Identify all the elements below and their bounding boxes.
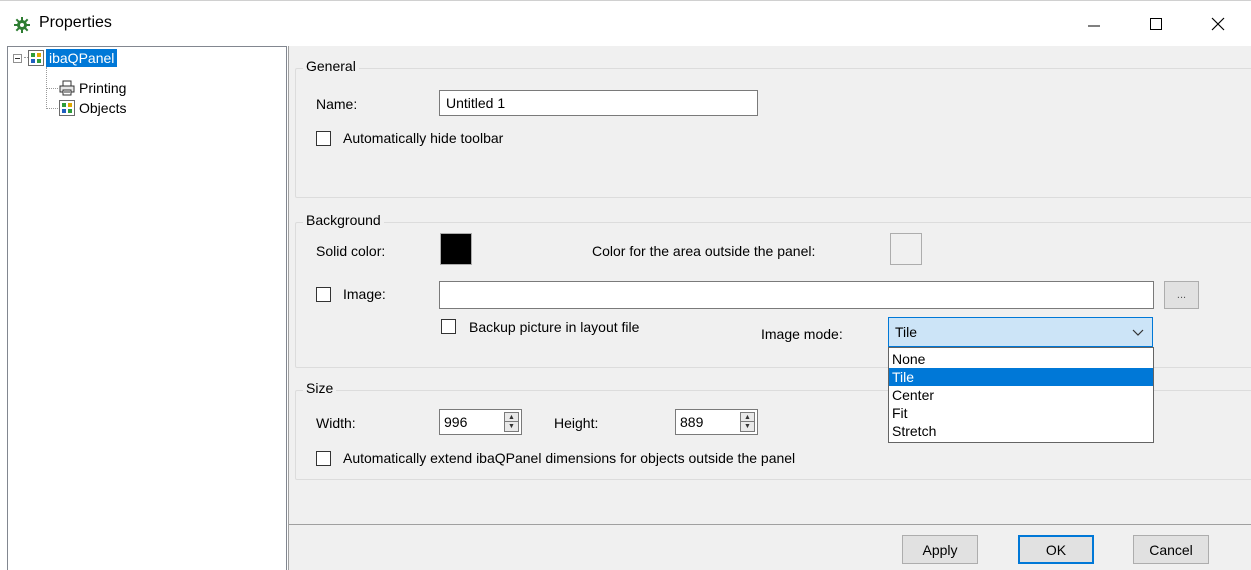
height-label: Height: — [554, 415, 599, 431]
image-mode-option-tile[interactable]: Tile — [889, 368, 1153, 386]
hide-toolbar-checkbox[interactable] — [316, 131, 331, 146]
image-mode-dropdown[interactable]: None Tile Center Fit Stretch — [888, 347, 1154, 443]
tree-panel[interactable]: ibaQPanel Printing Objects — [7, 46, 287, 570]
footer-divider — [289, 524, 1251, 525]
cancel-button[interactable]: Cancel — [1133, 535, 1209, 564]
close-icon — [1211, 17, 1225, 31]
hide-toolbar-label: Automatically hide toolbar — [343, 130, 504, 146]
minimize-icon — [1088, 25, 1100, 27]
backup-picture-label: Backup picture in layout file — [469, 319, 640, 335]
printer-icon — [59, 80, 75, 96]
chevron-down-icon — [1132, 329, 1144, 336]
gear-icon — [14, 17, 30, 33]
height-spinner-arrows[interactable]: ▲ ▼ — [740, 412, 755, 432]
general-group-title: General — [303, 58, 359, 74]
image-label: Image: — [343, 286, 386, 302]
image-mode-label: Image mode: — [761, 326, 843, 342]
tree-connector — [46, 88, 58, 89]
tree-item-ibaqpanel[interactable]: ibaQPanel — [13, 48, 118, 68]
width-value: 996 — [444, 414, 468, 430]
maximize-icon — [1150, 18, 1162, 30]
outside-color-label: Color for the area outside the panel: — [592, 243, 816, 259]
spin-down-icon[interactable]: ▼ — [741, 422, 754, 431]
image-mode-option-fit[interactable]: Fit — [889, 404, 1153, 422]
image-mode-combobox[interactable]: Tile — [888, 317, 1153, 347]
width-spinner-arrows[interactable]: ▲ ▼ — [504, 412, 519, 432]
background-group-title: Background — [303, 212, 384, 228]
image-path-input[interactable] — [439, 281, 1154, 309]
tree-item-label: Objects — [79, 100, 127, 116]
tree-item-label: ibaQPanel — [46, 49, 118, 67]
window-title: Properties — [39, 14, 112, 31]
height-spinbox[interactable]: 889 ▲ ▼ — [675, 409, 758, 435]
panel-icon — [59, 100, 75, 116]
tree-connector — [46, 108, 58, 109]
image-checkbox[interactable] — [316, 287, 331, 302]
solid-color-label: Solid color: — [316, 243, 386, 259]
panel-icon — [28, 50, 44, 66]
image-mode-selected: Tile — [895, 324, 918, 340]
spin-up-icon[interactable]: ▲ — [741, 413, 754, 422]
image-mode-option-stretch[interactable]: Stretch — [889, 422, 1153, 440]
minimize-button[interactable] — [1063, 1, 1125, 47]
ok-button[interactable]: OK — [1018, 535, 1094, 564]
title-bar: Properties — [0, 0, 1251, 46]
size-group-title: Size — [303, 380, 337, 396]
browse-button[interactable]: ... — [1164, 281, 1199, 309]
spin-down-icon[interactable]: ▼ — [505, 422, 518, 431]
tree-item-objects[interactable]: Objects — [59, 98, 126, 118]
height-value: 889 — [680, 414, 704, 430]
width-spinbox[interactable]: 996 ▲ ▼ — [439, 409, 522, 435]
outside-color-swatch[interactable] — [890, 233, 922, 265]
backup-picture-checkbox[interactable] — [441, 319, 456, 334]
width-label: Width: — [316, 415, 356, 431]
extend-dimensions-checkbox[interactable] — [316, 451, 331, 466]
apply-button[interactable]: Apply — [902, 535, 978, 564]
spin-up-icon[interactable]: ▲ — [505, 413, 518, 422]
collapse-toggle-icon[interactable] — [13, 53, 22, 63]
solid-color-swatch[interactable] — [440, 233, 472, 265]
tree-item-printing[interactable]: Printing — [59, 78, 126, 98]
properties-panel: General Name: Automatically hide toolbar… — [288, 46, 1251, 570]
name-input[interactable] — [439, 90, 758, 116]
name-label: Name: — [316, 96, 358, 112]
maximize-button[interactable] — [1125, 1, 1187, 47]
image-mode-option-center[interactable]: Center — [889, 386, 1153, 404]
tree-item-label: Printing — [79, 80, 127, 96]
image-mode-option-none[interactable]: None — [889, 350, 1153, 368]
extend-dimensions-label: Automatically extend ibaQPanel dimension… — [343, 450, 796, 466]
close-button[interactable] — [1187, 1, 1249, 47]
